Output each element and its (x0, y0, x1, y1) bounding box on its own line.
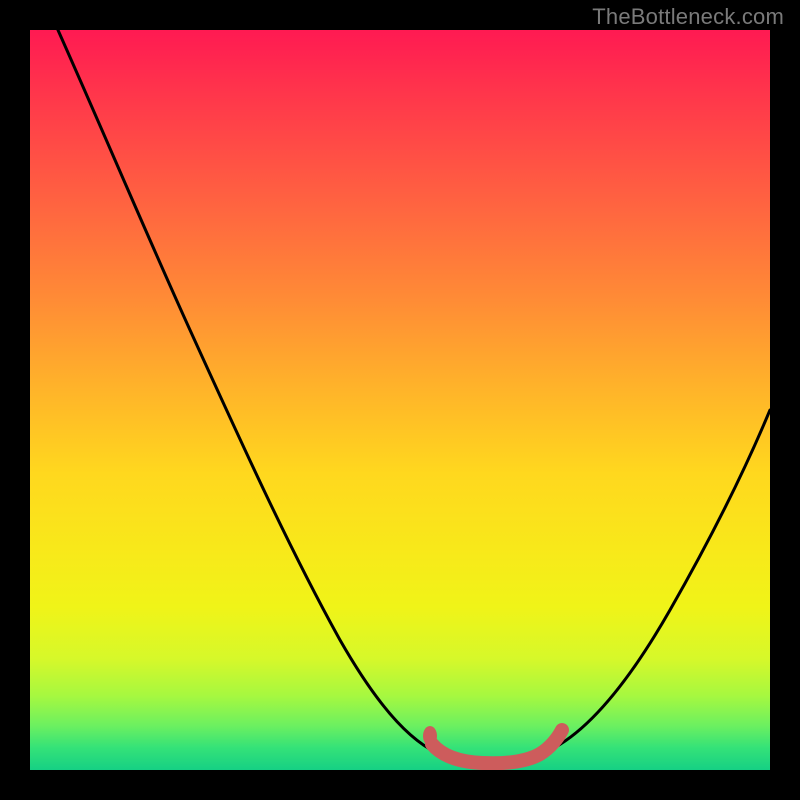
plot-area (30, 30, 770, 770)
attribution-label: TheBottleneck.com (592, 4, 784, 30)
chart-svg (30, 30, 770, 770)
chart-stage: TheBottleneck.com (0, 0, 800, 800)
bottleneck-curve (40, 30, 770, 762)
optimal-range-marker (432, 730, 562, 763)
optimal-range-dot (423, 726, 437, 746)
